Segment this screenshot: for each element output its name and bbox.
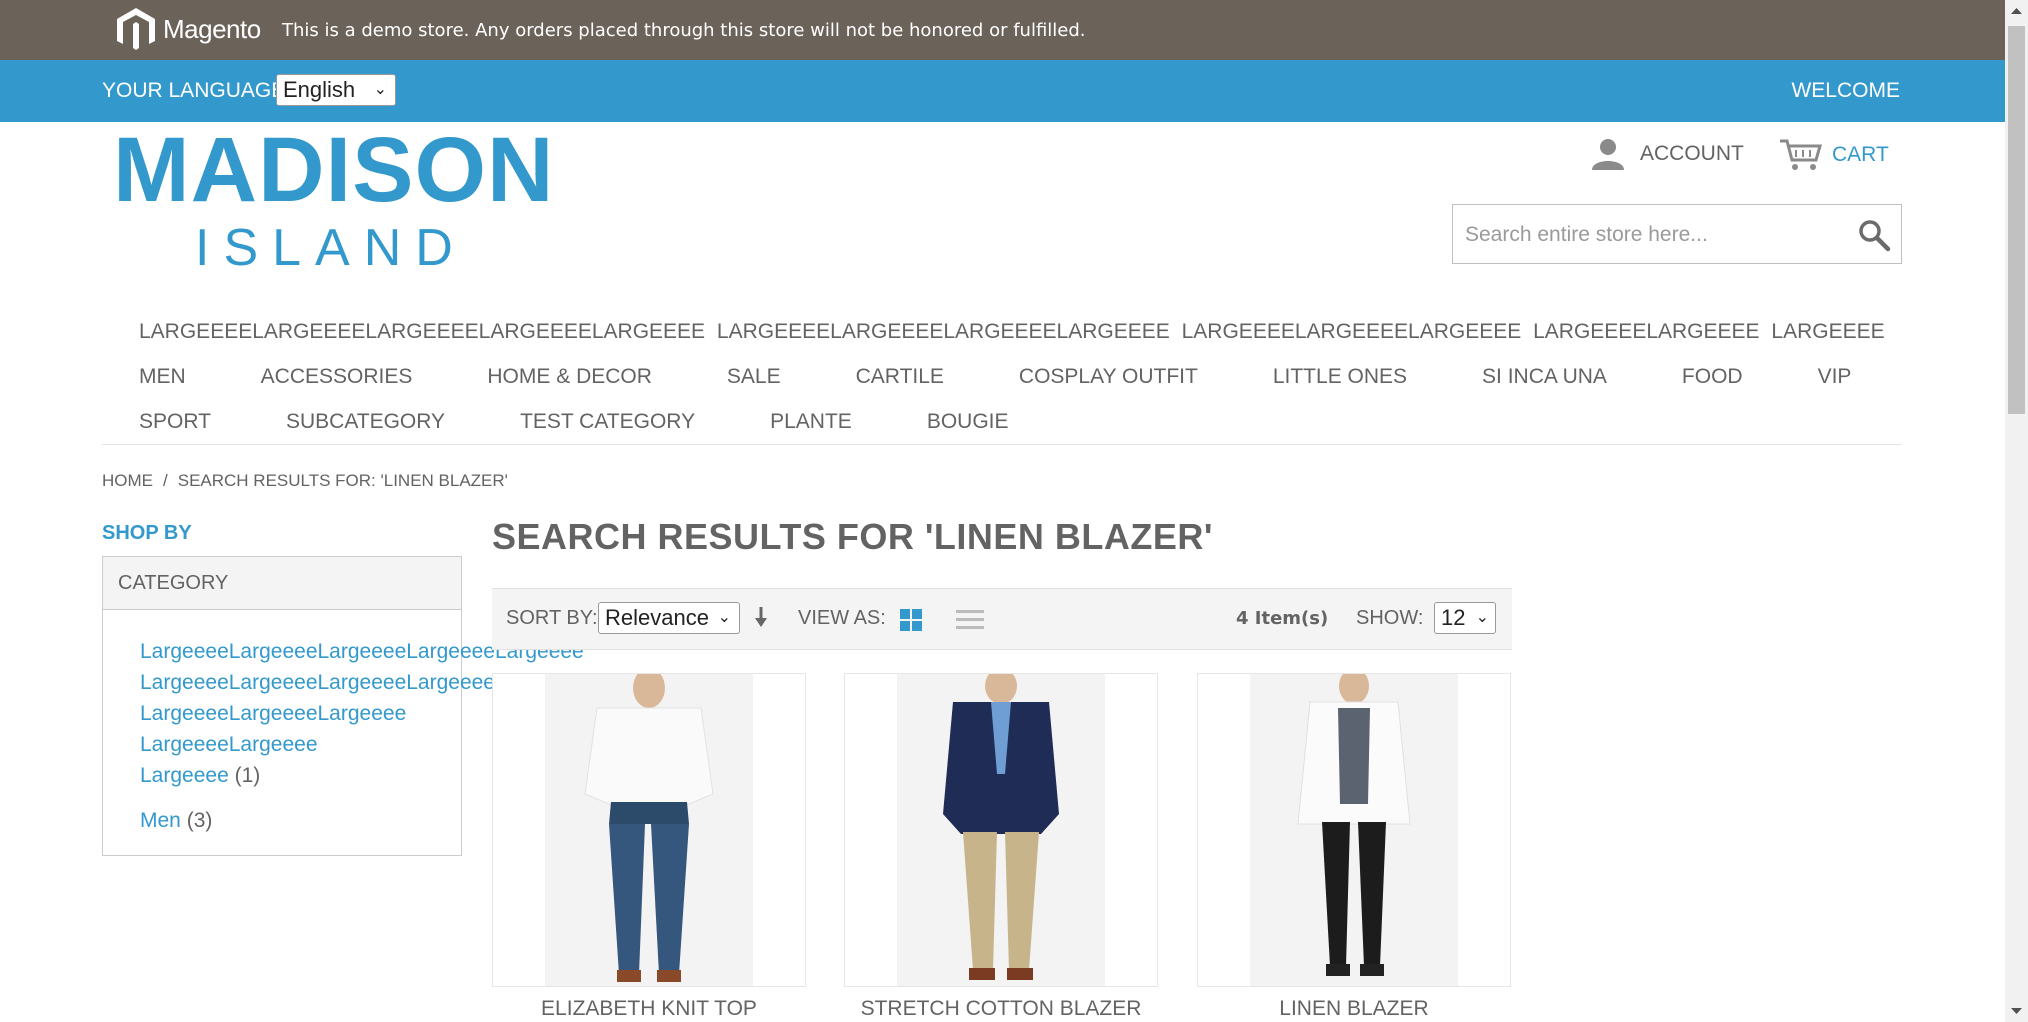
nav-divider (102, 444, 1902, 445)
search-box (1452, 204, 1902, 265)
scrollbar-thumb[interactable] (2008, 26, 2025, 414)
nav-row-2: SPORT SUBCATEGORY TEST CATEGORY PLANTE B… (139, 410, 1084, 434)
category-heading: CATEGORY (118, 572, 229, 594)
sort-by-label: SORT BY: (506, 607, 598, 629)
cart-label: CART (1832, 143, 1889, 166)
magento-logo: Magento (115, 6, 261, 52)
breadcrumb-current: SEARCH RESULTS FOR: 'LINEN BLAZER' (177, 471, 508, 490)
nav-item-sport[interactable]: SPORT (139, 410, 211, 434)
magento-wordmark: Magento (163, 13, 261, 44)
user-icon (1592, 139, 1624, 170)
nav-item-subcategory[interactable]: SUBCATEGORY (286, 410, 445, 434)
nav-row-1: MEN ACCESSORIES HOME & DECOR SALE CARTIL… (139, 365, 1926, 389)
product-image[interactable] (492, 673, 806, 987)
category-filter-header[interactable]: CATEGORY (103, 557, 461, 610)
product-image[interactable] (1197, 673, 1511, 987)
breadcrumb-home[interactable]: HOME (102, 471, 153, 490)
page: Magento This is a demo store. Any orders… (0, 0, 2005, 1022)
nav-item-accessories[interactable]: ACCESSORIES (261, 365, 413, 389)
category-count: (3) (186, 809, 213, 832)
product-toolbar: SORT BY: Relevance ⌄ VIEW AS: 4 Item(s) … (492, 588, 1512, 650)
category-label: LargeeeeLargeeee (140, 733, 318, 756)
search-icon[interactable] (1857, 218, 1891, 252)
search-input[interactable] (1453, 205, 1847, 265)
nav-item[interactable]: LARGEEEELARGEEEELARGEEEELARGEEEELARGEEEE (139, 320, 705, 343)
product-name[interactable]: STRETCH COTTON BLAZER (844, 997, 1158, 1021)
product-card[interactable]: LINEN BLAZER (1197, 673, 1511, 1020)
product-photo-man-navy-blazer (897, 674, 1105, 986)
nav-item-men[interactable]: MEN (139, 365, 186, 389)
demo-notice-bar: Magento This is a demo store. Any orders… (0, 0, 2005, 60)
nav-row-long: LARGEEEELARGEEEELARGEEEELARGEEEELARGEEEE… (139, 320, 1891, 344)
category-label: Largeeee (140, 764, 229, 787)
product-name[interactable]: LINEN BLAZER (1197, 997, 1511, 1021)
store-logo[interactable]: MADISON (113, 124, 554, 216)
nav-item-bougie[interactable]: BOUGIE (927, 410, 1009, 434)
cart-link[interactable]: CART (1778, 138, 1889, 172)
nav-item-test-category[interactable]: TEST CATEGORY (520, 410, 695, 434)
magento-icon (117, 8, 155, 50)
product-photo-man-linen-blazer (1250, 674, 1458, 986)
nav-item-si-inca-una[interactable]: SI INCA UNA (1482, 365, 1607, 389)
account-label: ACCOUNT (1640, 142, 1744, 165)
category-label: LargeeeeLargeeeeLargeeee (140, 702, 407, 725)
list-view-icon[interactable] (956, 609, 984, 631)
language-bar: YOUR LANGUAGE: English ⌄ WELCOME (0, 60, 2005, 122)
language-select[interactable]: English ⌄ (276, 74, 396, 106)
cart-icon (1780, 139, 1822, 170)
welcome-text: WELCOME (1791, 79, 1900, 102)
nav-item-home-decor[interactable]: HOME & DECOR (487, 365, 652, 389)
product-card[interactable]: ELIZABETH KNIT TOP (492, 673, 806, 1020)
scroll-down-arrow-icon[interactable] (2005, 1000, 2028, 1022)
language-label: YOUR LANGUAGE: (102, 79, 292, 102)
nav-item[interactable]: LARGEEEELARGEEEELARGEEEE (1182, 320, 1522, 343)
show-label: SHOW: (1356, 607, 1424, 629)
sort-by-selected: Relevance (605, 605, 709, 630)
nav-item-cartile[interactable]: CARTILE (856, 365, 944, 389)
page-title: SEARCH RESULTS FOR 'LINEN BLAZER' (492, 516, 1213, 557)
product-image[interactable] (844, 673, 1158, 987)
category-label: LargeeeeLargeeeeLargeeeeLargeeee (140, 671, 495, 694)
nav-item-little-ones[interactable]: LITTLE ONES (1273, 365, 1407, 389)
account-link[interactable]: ACCOUNT (1590, 138, 1744, 170)
shop-by-heading: SHOP BY (102, 522, 192, 544)
nav-item-cosplay-outfit[interactable]: COSPLAY OUTFIT (1019, 365, 1198, 389)
language-selected: English (283, 77, 356, 102)
nav-item-plante[interactable]: PLANTE (770, 410, 852, 434)
nav-item[interactable]: LARGEEEELARGEEEELARGEEEELARGEEEE (717, 320, 1170, 343)
category-count: (1) (234, 764, 261, 787)
chevron-down-icon: ⌄ (373, 81, 387, 98)
scroll-up-arrow-icon[interactable] (2005, 0, 2028, 22)
nav-item[interactable]: LARGEEEE (1771, 320, 1884, 343)
nav-item-food[interactable]: FOOD (1682, 365, 1743, 389)
grid-view-icon[interactable] (900, 609, 922, 631)
breadcrumb-separator: / (163, 471, 168, 490)
nav-item-vip[interactable]: VIP (1818, 365, 1852, 389)
category-label: Men (140, 809, 181, 832)
sort-by-select[interactable]: Relevance ⌄ (598, 602, 740, 634)
demo-notice-text: This is a demo store. Any orders placed … (282, 20, 1086, 41)
show-per-page-selected: 12 (1441, 605, 1466, 630)
product-name[interactable]: ELIZABETH KNIT TOP (492, 997, 806, 1021)
chevron-down-icon: ⌄ (717, 609, 731, 626)
nav-item[interactable]: LARGEEEELARGEEEE (1533, 320, 1759, 343)
product-photo-woman-knit-top (545, 674, 753, 986)
sort-direction-arrow-icon[interactable] (754, 605, 768, 629)
store-logo-sub[interactable]: ISLAND (195, 222, 467, 274)
breadcrumb: HOME / SEARCH RESULTS FOR: 'LINEN BLAZER' (102, 471, 508, 491)
vertical-scrollbar[interactable] (2005, 0, 2028, 1022)
nav-item-sale[interactable]: SALE (727, 365, 781, 389)
product-card[interactable]: STRETCH COTTON BLAZER (844, 673, 1158, 1020)
show-per-page-select[interactable]: 12 ⌄ (1434, 602, 1496, 634)
view-as-label: VIEW AS: (798, 607, 886, 629)
chevron-down-icon: ⌄ (1475, 609, 1489, 626)
item-count: 4 Item(s) (1236, 608, 1329, 629)
